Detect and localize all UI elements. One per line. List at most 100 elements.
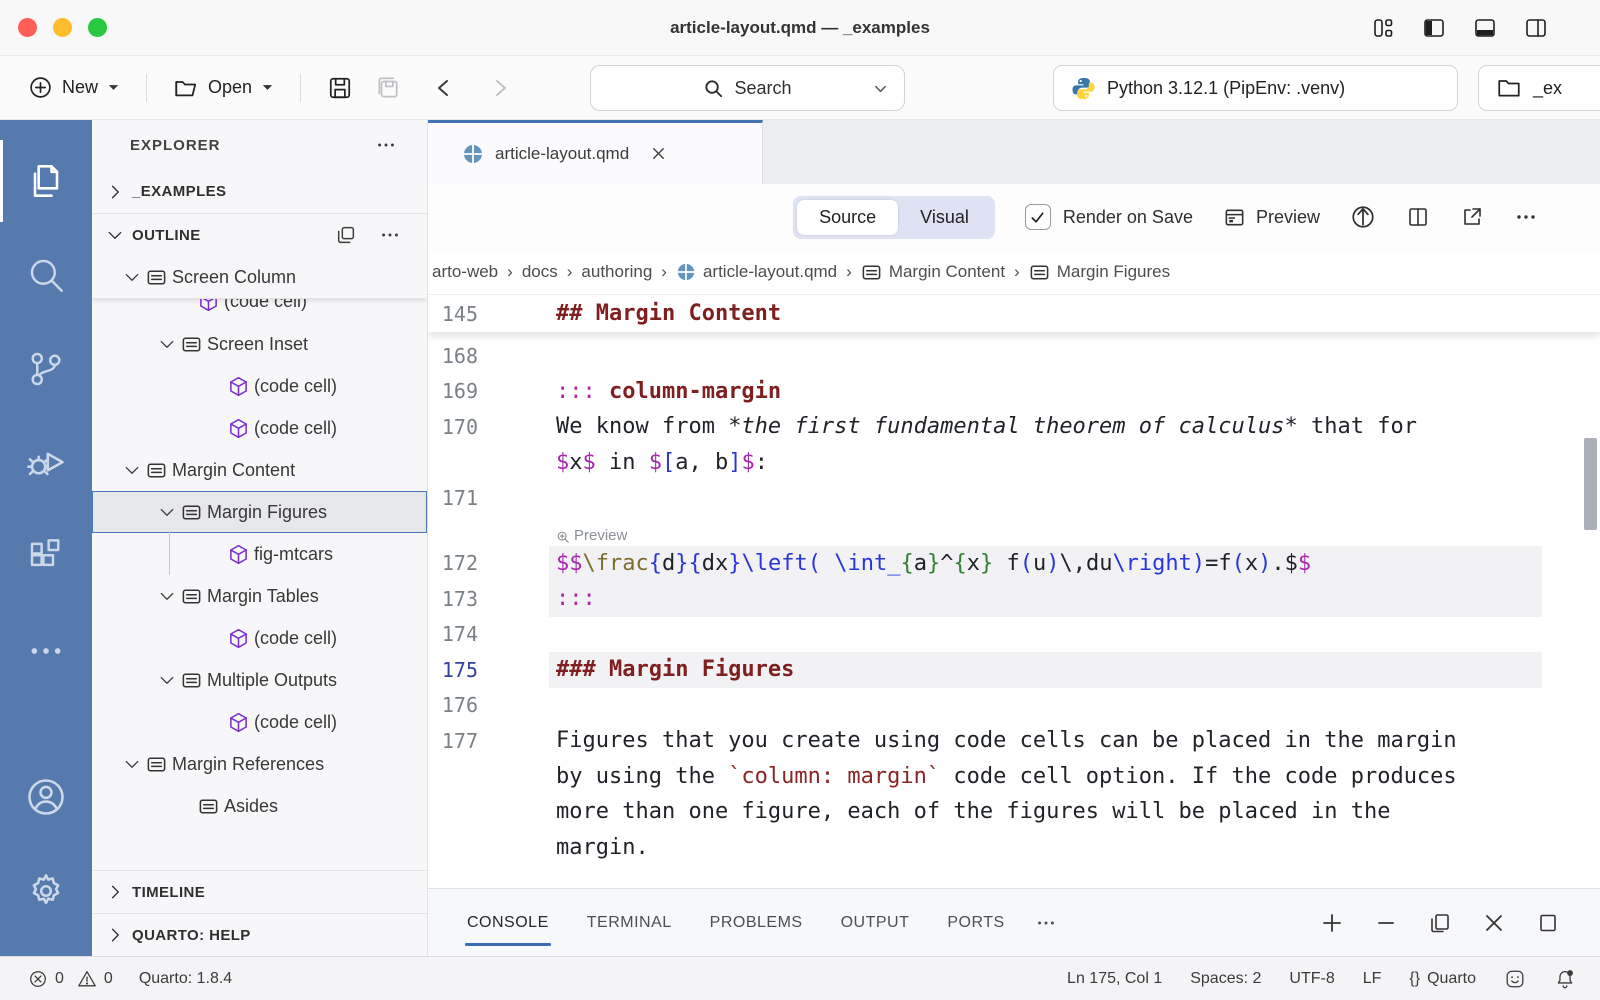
breadcrumb-item[interactable]: Margin Figures xyxy=(1029,262,1170,283)
explorer-more-actions-icon[interactable] xyxy=(375,134,397,156)
encoding-status[interactable]: UTF-8 xyxy=(1289,970,1334,988)
more-actions-icon[interactable] xyxy=(1514,205,1538,229)
feedback-button[interactable] xyxy=(1504,968,1526,990)
code-line[interactable]: margin. xyxy=(428,830,1600,866)
code-line[interactable]: 173::: xyxy=(428,581,1600,617)
source-mode-button[interactable]: Source xyxy=(797,200,898,235)
toggle-panel-icon[interactable] xyxy=(1473,16,1497,40)
search-box[interactable]: Search xyxy=(590,65,905,111)
timeline-section-header[interactable]: TIMELINE xyxy=(92,870,427,913)
breadcrumb-item[interactable]: docs xyxy=(522,262,558,282)
outline-item--code-cell-[interactable]: (code cell) xyxy=(92,701,427,743)
chevron-down-icon[interactable] xyxy=(158,671,176,689)
code-line[interactable]: 171 xyxy=(428,480,1600,516)
breadcrumb-item[interactable]: article-layout.qmd xyxy=(676,262,837,282)
chevron-down-icon[interactable] xyxy=(123,755,141,773)
outline-item--code-cell-[interactable]: (code cell) xyxy=(92,407,427,449)
code-line[interactable]: by using the `column: margin` code cell … xyxy=(428,759,1600,795)
outline-item--code-cell-[interactable]: (code cell) xyxy=(92,617,427,659)
panel-tab-problems[interactable]: PROBLEMS xyxy=(708,908,805,938)
outline-item-multiple-outputs[interactable]: Multiple Outputs xyxy=(92,659,427,701)
panel-tab-ports[interactable]: PORTS xyxy=(945,908,1006,938)
project-selector[interactable]: _ex xyxy=(1478,65,1600,111)
open-external-icon[interactable] xyxy=(1460,205,1484,229)
save-all-button[interactable] xyxy=(369,69,407,107)
close-tab-icon[interactable] xyxy=(650,145,667,162)
indentation-status[interactable]: Spaces: 2 xyxy=(1190,970,1261,988)
outline-item-margin-content[interactable]: Margin Content xyxy=(92,449,427,491)
preview-button[interactable]: Preview xyxy=(1223,206,1320,229)
outline-item-screen-column[interactable]: Screen Column xyxy=(92,256,427,298)
save-button[interactable] xyxy=(321,69,359,107)
code-line[interactable]: 177Figures that you create using code ce… xyxy=(428,723,1600,759)
collapse-all-icon[interactable] xyxy=(335,224,357,246)
outline-item-asides[interactable]: Asides xyxy=(92,785,427,827)
problems-status[interactable]: 0 0 xyxy=(28,969,113,989)
notifications-button[interactable] xyxy=(1554,968,1576,990)
code-line[interactable]: more than one figure, each of the figure… xyxy=(428,794,1600,830)
code-line[interactable]: 176 xyxy=(428,688,1600,724)
editor-scrollbar[interactable] xyxy=(1584,438,1597,530)
toggle-right-sidebar-icon[interactable] xyxy=(1524,16,1548,40)
code-line[interactable]: 169::: column-margin xyxy=(428,374,1600,410)
panel-more-tabs-icon[interactable] xyxy=(1035,912,1057,934)
explorer-activity-button[interactable] xyxy=(0,134,92,228)
minimize-panel-icon[interactable] xyxy=(1374,911,1398,935)
chevron-down-icon[interactable] xyxy=(158,503,176,521)
outline-item-margin-figures[interactable]: Margin Figures xyxy=(92,491,427,533)
language-mode-status[interactable]: {} Quarto xyxy=(1409,970,1476,988)
breadcrumb-item[interactable]: Margin Content xyxy=(861,262,1005,283)
settings-button[interactable] xyxy=(0,844,92,938)
split-editor-icon[interactable] xyxy=(1406,205,1430,229)
quarto-help-section-header[interactable]: QUARTO: HELP xyxy=(92,913,427,956)
toggle-left-sidebar-icon[interactable] xyxy=(1422,16,1446,40)
search-activity-button[interactable] xyxy=(0,228,92,322)
chevron-down-icon[interactable] xyxy=(123,268,141,286)
forward-button[interactable] xyxy=(489,76,511,100)
render-on-save-checkbox[interactable] xyxy=(1025,204,1051,230)
breadcrumb-item[interactable]: arto-web xyxy=(432,262,498,282)
outline-item--code-cell-[interactable]: (code cell) xyxy=(92,298,427,323)
chevron-down-icon[interactable] xyxy=(158,335,176,353)
outline-item-margin-tables[interactable]: Margin Tables xyxy=(92,575,427,617)
outline-more-actions-icon[interactable] xyxy=(379,224,401,246)
render-on-save-control[interactable]: Render on Save xyxy=(1025,204,1193,230)
code-line[interactable]: 175### Margin Figures xyxy=(428,652,1600,688)
code-line[interactable]: 168 xyxy=(428,338,1600,374)
new-console-icon[interactable] xyxy=(1320,911,1344,935)
visual-mode-button[interactable]: Visual xyxy=(898,200,991,235)
codelens-row[interactable]: Preview xyxy=(428,516,1600,546)
back-button[interactable] xyxy=(433,76,455,100)
chevron-down-icon[interactable] xyxy=(158,587,176,605)
code-line[interactable]: $x$ in $[a, b]$: xyxy=(428,445,1600,481)
chevron-down-icon[interactable] xyxy=(123,461,141,479)
code-line[interactable]: 172$$\frac{d}{dx}\left( \int_{a}^{x} f(u… xyxy=(428,546,1600,582)
account-button[interactable] xyxy=(0,750,92,844)
maximize-panel-icon[interactable] xyxy=(1536,911,1560,935)
code-line[interactable]: 145## Margin Content xyxy=(428,295,1600,332)
outline-item-screen-inset[interactable]: Screen Inset xyxy=(92,323,427,365)
cursor-position-status[interactable]: Ln 175, Col 1 xyxy=(1067,970,1162,988)
customize-layout-icon[interactable] xyxy=(1371,16,1395,40)
source-control-activity-button[interactable] xyxy=(0,322,92,416)
more-activity-button[interactable] xyxy=(0,604,92,698)
panel-tab-output[interactable]: OUTPUT xyxy=(839,908,912,938)
code-area[interactable]: 145## Margin Content168169::: column-mar… xyxy=(428,295,1600,888)
eol-status[interactable]: LF xyxy=(1363,970,1382,988)
panel-tab-terminal[interactable]: TERMINAL xyxy=(585,908,674,938)
outline-item-margin-references[interactable]: Margin References xyxy=(92,743,427,785)
open-button[interactable]: Open xyxy=(167,69,280,107)
new-button[interactable]: New xyxy=(22,69,126,106)
outline-item-fig-mtcars[interactable]: fig-mtcars xyxy=(92,533,427,575)
interpreter-selector[interactable]: Python 3.12.1 (PipEnv: .venv) xyxy=(1053,65,1458,111)
code-line[interactable]: 170We know from *the first fundamental t… xyxy=(428,409,1600,445)
render-icon[interactable] xyxy=(1350,204,1376,230)
examples-section-header[interactable]: _EXAMPLES xyxy=(92,170,427,213)
code-line[interactable]: 174 xyxy=(428,617,1600,653)
outline-section-header[interactable]: OUTLINE xyxy=(92,213,427,256)
restore-panel-icon[interactable] xyxy=(1428,911,1452,935)
tab-article-layout[interactable]: article-layout.qmd xyxy=(428,120,763,184)
extensions-activity-button[interactable] xyxy=(0,510,92,604)
breadcrumb-item[interactable]: authoring xyxy=(581,262,652,282)
panel-tab-console[interactable]: CONSOLE xyxy=(465,908,551,938)
